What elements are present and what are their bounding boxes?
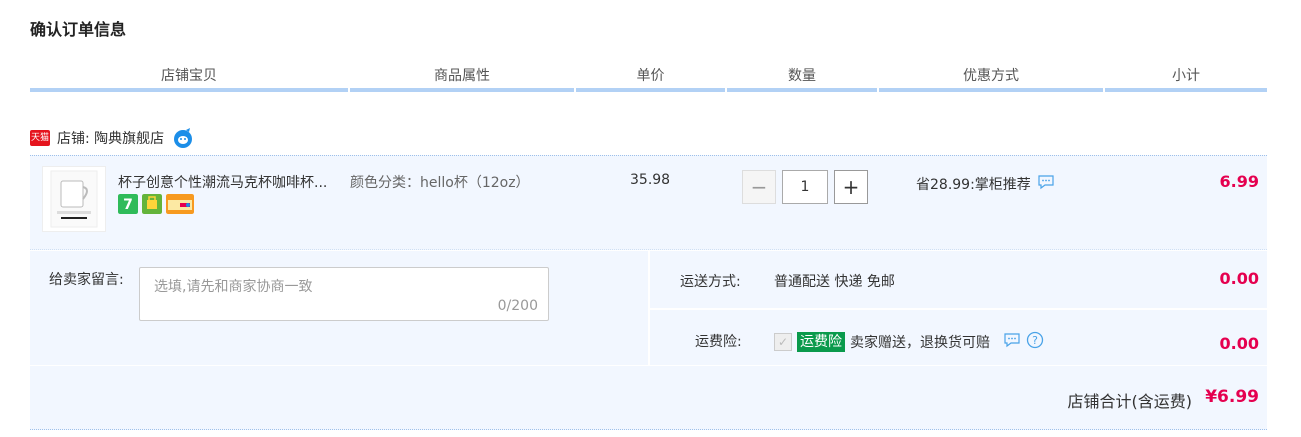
shop-total-section: 店铺合计(含运费) ¥6.99 [30,366,1267,430]
seller-message-input[interactable]: 选填,请先和商家协商一致 0/200 [139,267,549,321]
insurance-checkbox[interactable]: ✓ [774,333,792,351]
svg-text:?: ? [1032,334,1038,347]
product-name-link[interactable]: 杯子创意个性潮流马克杯咖啡杯... [118,172,327,192]
product-thumbnail[interactable] [42,166,106,232]
insurance-chat-icon[interactable] [1003,332,1021,352]
shipping-label: 运送方式: [680,274,741,290]
shipping-method: 普通配送 快递 免邮 [774,274,895,290]
svg-text:7: 7 [123,197,133,213]
insurance-badge: 运费险 [797,332,845,352]
header-unit-price: 单价 [576,64,725,92]
quantity-stepper: − 1 + [742,170,868,204]
discount-info: 省28.99:掌柜推荐 [916,174,1055,194]
header-shop-items: 店铺宝贝 [30,64,348,92]
unit-price: 35.98 [630,172,671,188]
insurance-label: 运费险: [695,334,742,350]
table-header: 店铺宝贝 商品属性 单价 数量 优惠方式 小计 [30,64,1267,92]
shop-total-value: ¥6.99 [1205,387,1259,407]
insurance-desc: 卖家赠送，退换货可赔 [850,335,990,351]
shop-total-label: 店铺合计(含运费) [1067,392,1193,411]
seller-message-section: 给卖家留言: 选填,请先和商家协商一致 0/200 [30,251,648,365]
tmall-badge: 天猫 [30,130,50,146]
message-label: 给卖家留言: [49,272,124,288]
shipping-section: 运送方式: 普通配送 快递 免邮 0.00 [650,251,1267,309]
chat-bubble-icon[interactable] [1037,174,1055,194]
discount-text: 省28.99:掌柜推荐 [916,177,1031,193]
credit-card-icon[interactable] [166,194,194,214]
quantity-decrease-button[interactable]: − [742,170,776,204]
shop-name-link[interactable]: 店铺: 陶典旗舰店 [57,128,164,148]
shipping-fee: 0.00 [1219,269,1259,288]
message-placeholder: 选填,请先和商家协商一致 [154,279,313,295]
page-title: 确认订单信息 [30,20,127,39]
product-attribute: 颜色分类：hello杯（12oz） [350,175,530,191]
order-item-row: 杯子创意个性潮流马克杯咖啡杯... 7 颜色分类：hello杯（12oz） 35… [30,155,1267,250]
shop-row: 天猫 店铺: 陶典旗舰店 [30,126,194,150]
wangwang-chat-icon[interactable] [172,127,194,149]
header-attributes: 商品属性 [350,64,574,92]
help-question-icon[interactable]: ? [1026,331,1044,353]
seven-day-return-icon[interactable]: 7 [118,194,138,214]
message-char-count: 0/200 [497,298,538,314]
guarantee-icon[interactable] [142,194,162,214]
quantity-input[interactable]: 1 [782,170,828,204]
item-subtotal: 6.99 [1219,172,1259,191]
service-icons: 7 [118,194,194,214]
header-discount: 优惠方式 [879,64,1103,92]
header-subtotal: 小计 [1105,64,1267,92]
insurance-fee: 0.00 [1219,334,1259,353]
header-quantity: 数量 [727,64,877,92]
shipping-insurance-section: 运费险: ✓ 运费险 卖家赠送，退换货可赔 ? 0.00 [650,310,1267,365]
quantity-increase-button[interactable]: + [834,170,868,204]
insurance-row: ✓ 运费险 卖家赠送，退换货可赔 ? [774,331,1044,353]
